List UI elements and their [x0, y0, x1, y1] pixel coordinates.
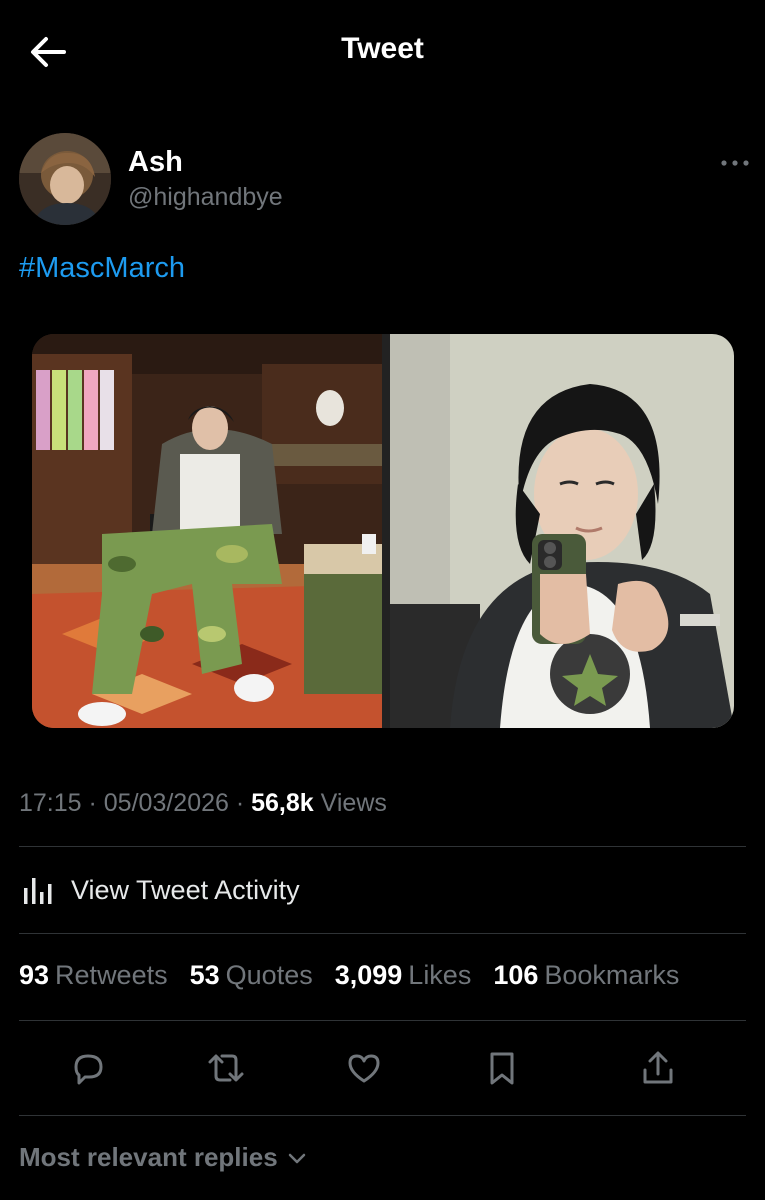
- view-tweet-activity-button[interactable]: View Tweet Activity: [19, 862, 300, 918]
- like-icon: [348, 1054, 380, 1083]
- divider: [19, 933, 746, 934]
- activity-label: View Tweet Activity: [71, 874, 300, 905]
- avatar[interactable]: [19, 133, 111, 225]
- divider: [19, 846, 746, 847]
- chevron-down-icon: [288, 1153, 305, 1163]
- tweet-hashtag[interactable]: #MascMarch: [19, 252, 185, 285]
- tweet-timestamp-views: 17:15 · 05/03/2026 · 56,8k Views: [19, 789, 387, 817]
- bookmarks-stat[interactable]: 106 Bookmarks: [493, 960, 679, 991]
- more-options-button[interactable]: [718, 150, 752, 176]
- likes-label: Likes: [408, 960, 472, 990]
- retweet-icon: [208, 1054, 244, 1082]
- author-handle[interactable]: @highandbye: [128, 183, 283, 212]
- author-name[interactable]: Ash: [128, 146, 183, 179]
- tweet-time: 17:15: [19, 789, 82, 817]
- tweet-media-grid: [32, 334, 734, 728]
- page-title: Tweet: [341, 32, 424, 65]
- bookmarks-label: Bookmarks: [544, 960, 680, 990]
- retweets-stat[interactable]: 93 Retweets: [19, 960, 168, 991]
- reply-sort-dropdown[interactable]: Most relevant replies: [19, 1142, 308, 1173]
- reply-sort-label: Most relevant replies: [19, 1142, 278, 1172]
- quotes-count: 53: [189, 960, 220, 990]
- likes-stat[interactable]: 3,099 Likes: [335, 960, 472, 991]
- reply-button[interactable]: [66, 1046, 110, 1090]
- divider: [19, 1020, 746, 1021]
- retweets-label: Retweets: [55, 960, 168, 990]
- views-count: 56,8k: [251, 789, 314, 817]
- likes-count: 3,099: [334, 960, 403, 990]
- tweet-date: 05/03/2026: [103, 789, 229, 817]
- avatar-image: [19, 133, 111, 225]
- retweet-button[interactable]: [204, 1046, 248, 1090]
- bar-chart-icon: [24, 878, 52, 904]
- reply-icon: [74, 1054, 103, 1085]
- retweets-count: 93: [19, 960, 50, 990]
- bookmark-icon: [490, 1052, 514, 1085]
- tweet-photo-1[interactable]: [32, 334, 382, 728]
- views-label: Views: [320, 789, 387, 817]
- share-button[interactable]: [636, 1046, 680, 1090]
- divider: [19, 1115, 746, 1116]
- quotes-label: Quotes: [225, 960, 313, 990]
- bookmark-button[interactable]: [480, 1046, 524, 1090]
- ellipsis-icon: [721, 160, 749, 166]
- tweet-photo-2[interactable]: [390, 334, 734, 728]
- bookmarks-count: 106: [493, 960, 539, 990]
- share-icon: [643, 1051, 673, 1084]
- like-button[interactable]: [342, 1046, 386, 1090]
- engagement-stats: 93 Retweets 53 Quotes 3,099 Likes 106 Bookma…: [19, 960, 679, 991]
- quotes-stat[interactable]: 53 Quotes: [190, 960, 313, 991]
